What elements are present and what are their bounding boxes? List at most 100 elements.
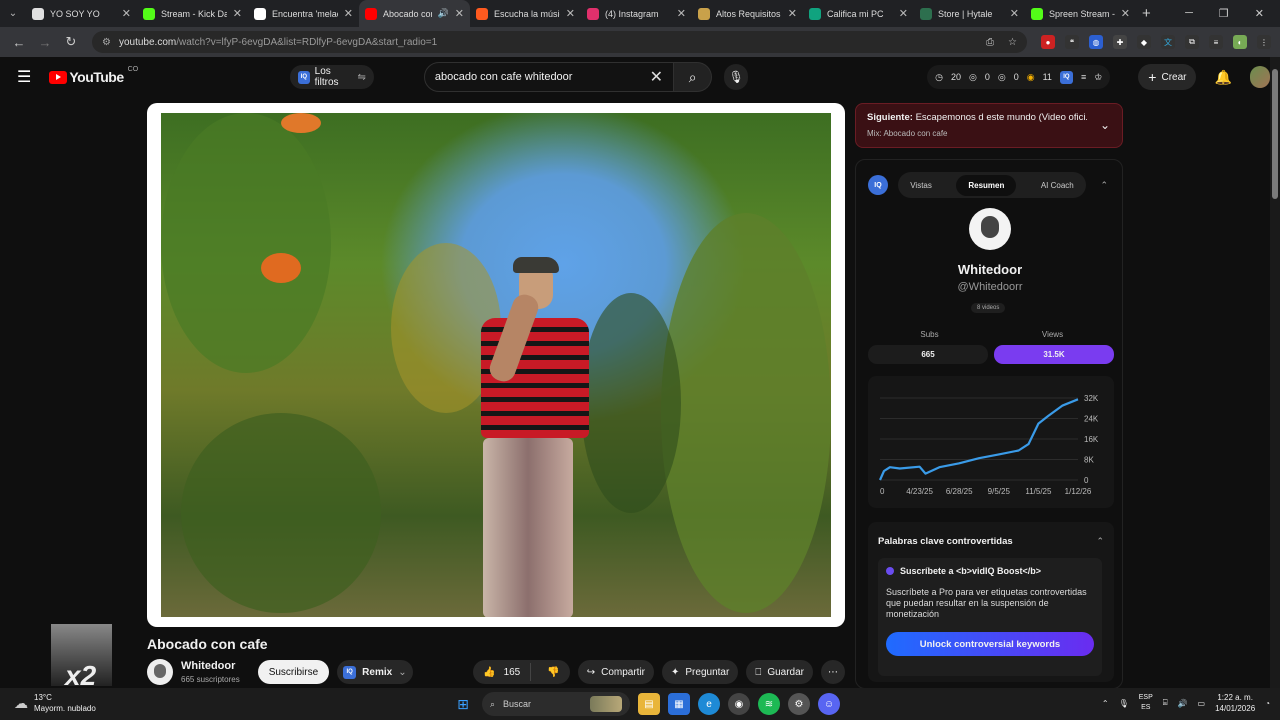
battery-icon[interactable]: ▭ [1198, 699, 1206, 708]
browser-tab[interactable]: Califica mi PC ✕ [803, 0, 914, 27]
discord-icon[interactable]: ☺ [818, 693, 840, 715]
browser-tab[interactable]: Encuentra 'melao ✕ [248, 0, 359, 27]
more-actions-button[interactable]: ⋯ [821, 660, 845, 684]
extension-diamond-icon[interactable]: ◆ [1137, 35, 1151, 49]
close-tab-icon[interactable]: ✕ [344, 7, 353, 20]
notification-center-icon[interactable]: ◔ [1265, 699, 1270, 708]
windows-start-icon[interactable]: ⊞ [452, 693, 474, 715]
chevron-up-icon[interactable]: ⌃ [1102, 699, 1109, 708]
notifications-icon[interactable]: 🔔 [1214, 69, 1231, 86]
logo-text: YouTube [69, 69, 124, 85]
close-tab-icon[interactable]: ✕ [788, 7, 797, 20]
browser-tab[interactable]: Spreen Stream - V ✕ [1025, 0, 1136, 27]
browser-tab[interactable]: Stream - Kick Da ✕ [137, 0, 248, 27]
tab-resumen[interactable]: Resumen [956, 174, 1017, 196]
close-tab-icon[interactable]: ✕ [1010, 7, 1019, 20]
spotify-icon[interactable]: ≋ [758, 693, 780, 715]
close-window-icon[interactable]: ✕ [1255, 7, 1264, 20]
steam-icon[interactable]: ⚙ [788, 693, 810, 715]
tab-search-dropdown-icon[interactable]: ⌄ [0, 8, 26, 19]
subscribe-button[interactable]: Suscribirse [257, 660, 330, 684]
chevron-up-icon[interactable]: ⌃ [1096, 536, 1104, 547]
close-tab-icon[interactable]: ✕ [1121, 7, 1130, 20]
profile-icon[interactable]: ◐ [1233, 35, 1247, 49]
views-value[interactable]: 31.5K [994, 345, 1114, 364]
channel-avatar[interactable] [147, 659, 173, 685]
search-input[interactable]: abocado con cafe whitedoor ✕ [423, 62, 674, 92]
share-button[interactable]: ↪ Compartir [577, 660, 654, 684]
ask-button[interactable]: ✦ Preguntar [662, 660, 739, 684]
site-info-icon[interactable]: ⚙ [102, 37, 111, 48]
extension-vidiq-icon[interactable]: ◍ [1089, 35, 1103, 49]
browser-tab[interactable]: Store | Hytale ✕ [914, 0, 1025, 27]
chrome-icon[interactable]: ◉ [728, 693, 750, 715]
bookmark-star-icon[interactable]: ☆ [1008, 37, 1017, 48]
tab-ai-coach[interactable]: AI Coach [1041, 181, 1074, 190]
menu-icon[interactable]: ☰ [17, 67, 31, 87]
profile-handle: @Whitedoorr [957, 281, 1023, 293]
minimize-icon[interactable]: ─ [1185, 7, 1193, 20]
browser-tab[interactable]: Abocado con 🔊 ✕ [359, 0, 470, 27]
extension-record-icon[interactable]: ● [1041, 35, 1055, 49]
playlist-icon[interactable]: ≡ [1209, 35, 1223, 49]
next-up-panel[interactable]: Siguiente: Escapemonos d este mundo (Vid… [855, 103, 1123, 148]
filters-button[interactable]: IQ Los filtros ⇋ [290, 65, 374, 89]
create-button[interactable]: + Crear [1138, 64, 1197, 90]
dislike-button[interactable]: 👎 [537, 667, 569, 678]
browser-tab[interactable]: Altos Requisitos | ✕ [692, 0, 803, 27]
browser-tab[interactable]: (4) Instagram ✕ [581, 0, 692, 27]
new-tab-icon[interactable]: + [1142, 5, 1151, 22]
search-button[interactable]: ⌕ [673, 62, 713, 92]
close-tab-icon[interactable]: ✕ [899, 7, 908, 20]
like-button[interactable]: 👍 165 [473, 663, 532, 681]
video-title: Abocado con cafe [147, 636, 268, 652]
extension-puzzle-red-icon[interactable]: ✚ [1113, 35, 1127, 49]
chevron-up-icon[interactable]: ⌃ [1100, 180, 1108, 191]
store-icon[interactable]: ▦ [668, 693, 690, 715]
volume-icon[interactable]: 🔊 [1178, 699, 1188, 708]
back-icon[interactable]: ← [6, 35, 32, 50]
subs-value[interactable]: 665 [868, 345, 988, 364]
remix-button[interactable]: IQ Remix ⌄ [337, 660, 413, 684]
channel-name[interactable]: Whitedoor [181, 660, 240, 672]
clear-search-icon[interactable]: ✕ [650, 67, 663, 87]
clock[interactable]: 1:22 a. m. 14/01/2026 [1215, 692, 1255, 714]
browser-tab[interactable]: YO SOY YO ✕ [26, 0, 137, 27]
language-indicator[interactable]: ESP ES [1139, 693, 1153, 713]
close-tab-icon[interactable]: ✕ [233, 7, 242, 20]
audio-playing-icon[interactable]: 🔊 [438, 8, 449, 19]
tab-vistas[interactable]: Vistas [910, 181, 932, 190]
edge-icon[interactable]: e [698, 693, 720, 715]
microphone-icon[interactable]: 🎙 [1119, 699, 1129, 708]
weather-widget[interactable]: ☁ 13°C Mayorm. nublado [14, 692, 96, 714]
close-tab-icon[interactable]: ✕ [677, 7, 686, 20]
network-icon[interactable]: ⌸ [1163, 698, 1168, 708]
unlock-keywords-button[interactable]: Unlock controversial keywords [886, 632, 1094, 656]
forward-icon[interactable]: → [32, 35, 58, 50]
extension-translate-icon[interactable]: 文 [1161, 35, 1175, 49]
close-tab-icon[interactable]: ✕ [566, 7, 575, 20]
close-tab-icon[interactable]: ✕ [122, 7, 131, 20]
cast-icon[interactable]: ⎙ [986, 37, 994, 48]
url-input[interactable]: ⚙ youtube.com/watch?v=lfyP-6evgDA&list=R… [92, 31, 1027, 53]
taskbar-search[interactable]: ⌕ Buscar [482, 692, 630, 716]
extensions-icon[interactable]: ⧉ [1185, 35, 1199, 49]
page-scrollbar[interactable] [1270, 57, 1280, 688]
avatar[interactable] [1249, 66, 1270, 88]
reload-icon[interactable]: ↻ [58, 34, 84, 50]
close-tab-icon[interactable]: ✕ [455, 7, 464, 20]
save-button[interactable]: ⎕ Guardar [746, 660, 813, 684]
browser-menu-icon[interactable]: ⋮ [1257, 35, 1271, 49]
youtube-logo[interactable]: YouTube CO [49, 66, 138, 85]
extension-quote-icon[interactable]: ❝ [1065, 35, 1079, 49]
voice-search-button[interactable]: 🎙 [724, 64, 749, 90]
scrollbar-thumb[interactable] [1272, 69, 1278, 199]
file-explorer-icon[interactable]: ▤ [638, 693, 660, 715]
overlay-text: x2 [65, 660, 97, 686]
maximize-icon[interactable]: ❐ [1219, 7, 1229, 20]
vidiq-header-stats[interactable]: ◷ 20 ◎ 0 ◎ 0 ◉ 11 IQ ≡ ♔ [927, 65, 1111, 89]
video-frame[interactable] [161, 113, 831, 617]
browser-tab[interactable]: Escucha la músic ✕ [470, 0, 581, 27]
chevron-down-icon[interactable]: ⌄ [1100, 118, 1110, 132]
video-player[interactable] [147, 103, 845, 627]
